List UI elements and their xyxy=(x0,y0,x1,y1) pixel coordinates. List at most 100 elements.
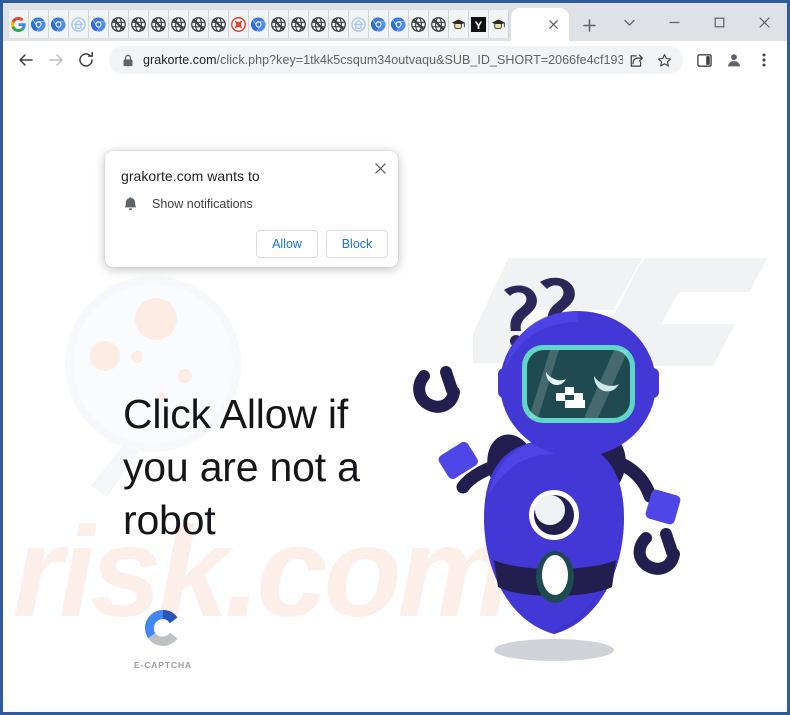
pinned-tab-7[interactable] xyxy=(149,10,169,38)
graduation-cap-icon xyxy=(491,17,506,32)
page-headline: Click Allow if you are not a robot xyxy=(123,391,360,543)
question-marks-icon xyxy=(504,277,575,347)
chrome-icon xyxy=(91,17,106,32)
pinned-tab-20[interactable] xyxy=(409,10,429,38)
bookmark-star-icon[interactable] xyxy=(651,47,677,73)
reload-button[interactable] xyxy=(71,45,101,75)
chrome-icon xyxy=(251,17,266,32)
block-button[interactable]: Block xyxy=(326,230,388,258)
chrome-menu-button[interactable] xyxy=(749,45,779,75)
notification-permission-dialog: grakorte.com wants to Show notifications… xyxy=(105,151,398,267)
dialog-title: grakorte.com wants to xyxy=(121,168,260,184)
pinned-tab-24[interactable] xyxy=(489,10,509,38)
pinned-tab-4[interactable] xyxy=(89,10,109,38)
pinned-tab-0[interactable] xyxy=(9,10,29,38)
pinned-tab-8[interactable] xyxy=(169,10,189,38)
red-circle-icon xyxy=(231,16,246,32)
pinned-tab-21[interactable] xyxy=(429,10,449,38)
pinned-tab-9[interactable] xyxy=(189,10,209,38)
side-panel-button[interactable] xyxy=(689,45,719,75)
tab-search-button[interactable] xyxy=(607,3,652,41)
new-tab-button[interactable] xyxy=(575,11,603,39)
pinned-tab-12[interactable] xyxy=(249,10,269,38)
arrow-left-icon xyxy=(19,54,33,66)
browser-window: Y grakorte.com/click.php?key=1tk4k5csqum… xyxy=(0,0,790,715)
confused-robot-illustration xyxy=(413,277,681,661)
pinned-tab-3[interactable] xyxy=(69,10,89,38)
pinned-tab-17[interactable] xyxy=(349,10,369,38)
pinned-tab-19[interactable] xyxy=(389,10,409,38)
pinned-tab-23[interactable]: Y xyxy=(469,10,489,38)
browser-toolbar: grakorte.com/click.php?key=1tk4k5csqum34… xyxy=(3,41,787,80)
pinned-tab-15[interactable] xyxy=(309,10,329,38)
profile-avatar-icon xyxy=(727,54,741,67)
dialog-permission-row: Show notifications xyxy=(121,195,253,213)
window-controls xyxy=(607,3,787,41)
tab-close-icon[interactable] xyxy=(545,17,561,33)
pinned-tab-5[interactable] xyxy=(109,10,129,38)
reload-icon xyxy=(79,51,93,67)
plus-icon xyxy=(582,18,596,32)
url-text[interactable]: grakorte.com/click.php?key=1tk4k5csqum34… xyxy=(143,53,623,67)
pinned-tab-22[interactable] xyxy=(449,10,469,38)
dialog-close-button[interactable] xyxy=(369,157,391,179)
pinned-tab-13[interactable] xyxy=(269,10,289,38)
arrow-right-icon xyxy=(49,54,63,66)
allow-button[interactable]: Allow xyxy=(256,230,318,258)
back-button[interactable] xyxy=(11,45,41,75)
pinned-tab-1[interactable] xyxy=(29,10,49,38)
globe-dark-icon xyxy=(111,16,126,32)
e-captcha-label: E-CAPTCHA xyxy=(133,660,193,670)
globe-dark-icon xyxy=(171,16,186,32)
share-icon[interactable] xyxy=(623,47,649,73)
graduation-cap-icon xyxy=(451,17,466,32)
e-captcha-c-logo xyxy=(144,609,178,646)
pinned-tab-14[interactable] xyxy=(289,10,309,38)
pinned-tab-16[interactable] xyxy=(329,10,349,38)
blue-outline-home-icon xyxy=(351,16,366,32)
blue-outline-home-icon xyxy=(71,16,86,32)
globe-dark-icon xyxy=(131,16,146,32)
globe-dark-icon xyxy=(151,16,166,32)
chevron-down-icon xyxy=(624,19,635,26)
close-button[interactable] xyxy=(742,3,787,41)
e-captcha-branding: E-CAPTCHA xyxy=(129,604,197,670)
forward-button[interactable] xyxy=(41,45,71,75)
watermark-pc xyxy=(473,258,768,366)
globe-dark-icon xyxy=(331,16,346,32)
active-tab[interactable] xyxy=(511,8,569,41)
chrome-icon xyxy=(31,17,46,32)
robot-shadow xyxy=(494,639,614,661)
pinned-tab-18[interactable] xyxy=(369,10,389,38)
globe-dark-icon xyxy=(211,16,226,32)
omnibox-actions xyxy=(623,47,677,73)
lock-icon[interactable] xyxy=(119,51,137,69)
maximize-button[interactable] xyxy=(697,3,742,41)
globe-dark-icon xyxy=(411,16,426,32)
svg-text:Y: Y xyxy=(475,19,483,31)
minimize-icon xyxy=(669,21,680,23)
profile-avatar[interactable] xyxy=(719,45,749,75)
pinned-tab-6[interactable] xyxy=(129,10,149,38)
page-viewport: risk.com Click Allow if you are not a ro… xyxy=(3,80,787,712)
pinned-tab-2[interactable] xyxy=(49,10,69,38)
url-path: /click.php?key=1tk4k5csqum34outvaqu&SUB_… xyxy=(216,53,623,67)
globe-dark-icon xyxy=(191,16,206,32)
three-dot-menu-icon xyxy=(762,53,766,67)
dialog-actions: Allow Block xyxy=(256,230,388,258)
bell-icon xyxy=(121,195,139,213)
globe-dark-icon xyxy=(271,16,286,32)
minimize-button[interactable] xyxy=(652,3,697,41)
tab-strip: Y xyxy=(3,3,787,41)
url-host: grakorte.com xyxy=(143,53,217,67)
letter-y-icon: Y xyxy=(471,16,486,32)
chrome-icon xyxy=(391,17,406,32)
pinned-tab-11[interactable] xyxy=(229,10,249,38)
address-bar[interactable]: grakorte.com/click.php?key=1tk4k5csqum34… xyxy=(109,46,683,74)
close-icon xyxy=(374,162,386,174)
globe-dark-icon xyxy=(311,16,326,32)
pinned-tab-10[interactable] xyxy=(209,10,229,38)
permission-label: Show notifications xyxy=(152,197,253,211)
close-icon xyxy=(759,16,770,28)
globe-dark-icon xyxy=(291,16,306,32)
